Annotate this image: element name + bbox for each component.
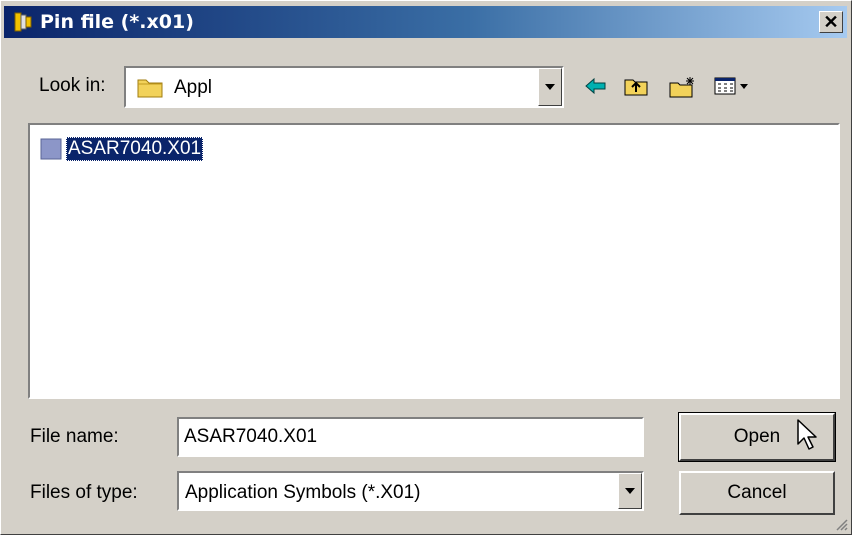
chevron-down-icon bbox=[625, 488, 635, 494]
look-in-dropdown-button[interactable] bbox=[538, 68, 562, 106]
new-folder-icon[interactable] bbox=[668, 75, 698, 99]
look-in-combo[interactable]: Appl bbox=[124, 66, 564, 108]
up-folder-icon[interactable] bbox=[623, 75, 649, 97]
folder-icon bbox=[137, 79, 163, 98]
chevron-down-icon bbox=[545, 84, 555, 90]
file-name-label: File name: bbox=[30, 426, 119, 447]
files-of-type-dropdown-button[interactable] bbox=[618, 473, 642, 509]
file-icon bbox=[40, 138, 62, 160]
look-in-value: Appl bbox=[174, 77, 213, 98]
mouse-cursor-icon bbox=[797, 419, 817, 450]
title-bar[interactable]: Pin file (*.x01) ✕ bbox=[4, 6, 847, 38]
file-name-input[interactable] bbox=[177, 417, 644, 457]
file-name: ASAR7040.X01 bbox=[66, 137, 204, 161]
look-in-label: Look in: bbox=[39, 75, 106, 96]
window-title: Pin file (*.x01) bbox=[40, 11, 194, 33]
close-icon: ✕ bbox=[823, 12, 839, 32]
file-list[interactable]: ASAR7040.X01 bbox=[28, 123, 840, 399]
back-icon[interactable] bbox=[583, 75, 609, 97]
app-icon bbox=[14, 12, 32, 32]
view-menu-icon[interactable] bbox=[713, 75, 753, 97]
cancel-button[interactable]: Cancel bbox=[679, 471, 835, 515]
files-of-type-value: Application Symbols (*.X01) bbox=[185, 482, 421, 503]
list-item[interactable]: ASAR7040.X01 bbox=[40, 137, 204, 161]
files-of-type-combo[interactable]: Application Symbols (*.X01) bbox=[177, 471, 644, 511]
files-of-type-label: Files of type: bbox=[30, 482, 138, 503]
resize-grip-icon[interactable] bbox=[834, 517, 848, 531]
open-file-dialog: Pin file (*.x01) ✕ Look in: Appl ASAR704… bbox=[0, 0, 852, 535]
close-button[interactable]: ✕ bbox=[819, 11, 843, 33]
